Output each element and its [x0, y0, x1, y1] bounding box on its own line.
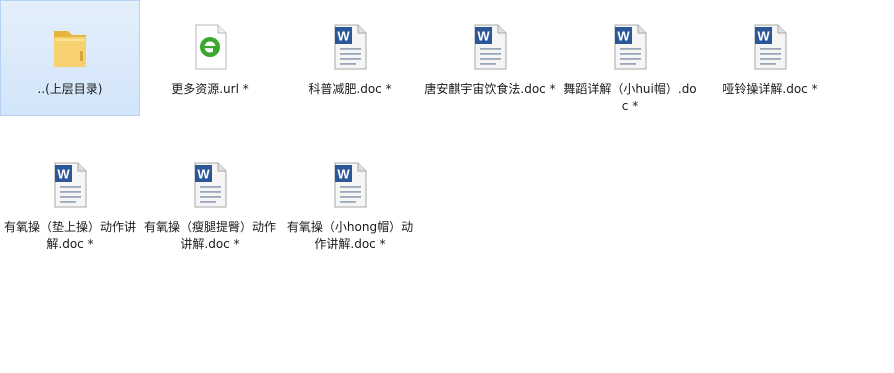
file-item-label: 科普减肥.doc *: [308, 82, 392, 96]
file-item-doc[interactable]: W 唐安麒宇宙饮食法.doc *: [420, 0, 560, 116]
file-item-doc[interactable]: W 舞蹈详解（小hui帽）.doc *: [560, 0, 700, 116]
svg-text:W: W: [197, 167, 210, 182]
file-item-label: ..(上层目录): [37, 82, 103, 96]
svg-text:W: W: [57, 167, 70, 182]
word-doc-icon: W: [46, 159, 94, 211]
file-item-doc[interactable]: W 有氧操（垫上操）动作讲解.doc *: [0, 138, 140, 254]
word-doc-icon: W: [606, 21, 654, 73]
file-item-parent-folder[interactable]: ..(上层目录): [0, 0, 140, 116]
svg-text:W: W: [477, 29, 490, 44]
word-doc-icon: W: [326, 21, 374, 73]
file-item-url[interactable]: 更多资源.url *: [140, 0, 280, 116]
url-shortcut-icon: [186, 21, 234, 73]
svg-text:W: W: [617, 29, 630, 44]
word-doc-icon: W: [186, 159, 234, 211]
file-item-label: 唐安麒宇宙饮食法.doc *: [424, 82, 556, 96]
file-item-doc[interactable]: W 科普减肥.doc *: [280, 0, 420, 116]
svg-text:W: W: [337, 167, 350, 182]
file-item-label: 更多资源.url *: [171, 82, 249, 96]
file-item-label: 有氧操（瘦腿提臀）动作讲解.doc *: [143, 220, 276, 251]
file-item-doc[interactable]: W 哑铃操详解.doc *: [700, 0, 840, 116]
file-item-label: 哑铃操详解.doc *: [722, 82, 818, 96]
svg-text:W: W: [757, 29, 770, 44]
file-item-doc[interactable]: W 有氧操（瘦腿提臀）动作讲解.doc *: [140, 138, 280, 254]
file-item-label: 舞蹈详解（小hui帽）.doc *: [563, 82, 697, 113]
word-doc-icon: W: [746, 21, 794, 73]
word-doc-icon: W: [466, 21, 514, 73]
file-item-label: 有氧操（垫上操）动作讲解.doc *: [3, 220, 136, 251]
file-icon-grid: ..(上层目录) 更多资源.url * W 科普减肥.doc * W 唐安麒宇宙…: [0, 0, 894, 373]
svg-text:W: W: [337, 29, 350, 44]
file-item-doc[interactable]: W 有氧操（小hong帽）动作讲解.doc *: [280, 138, 420, 254]
word-doc-icon: W: [326, 159, 374, 211]
file-item-label: 有氧操（小hong帽）动作讲解.doc *: [286, 220, 414, 251]
folder-icon: [46, 21, 94, 73]
